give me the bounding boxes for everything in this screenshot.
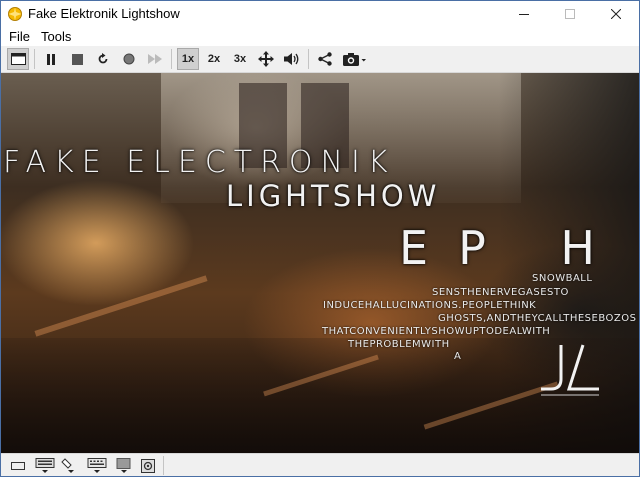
- overlay-text-line: THATCONVENIENTLYSHOWUPTODEALWITH: [322, 326, 551, 337]
- pause-button[interactable]: [40, 48, 62, 70]
- minimize-button[interactable]: [501, 1, 547, 27]
- app-window: Fake Elektronik Lightshow File Tools 1x …: [0, 0, 640, 477]
- mouse-status[interactable]: [59, 457, 83, 475]
- fast-forward-icon: [148, 54, 162, 64]
- display-status[interactable]: [112, 457, 136, 475]
- fullscreen-button[interactable]: [7, 48, 29, 70]
- emulator-screen[interactable]: FAKE ELECTRONIK LIGHTSHOW EP H SNOWBALL …: [1, 73, 639, 453]
- drive-status[interactable]: [8, 457, 28, 475]
- debris-beam: [34, 275, 208, 337]
- status-separator: [163, 456, 164, 475]
- overlay-text-line: A: [454, 351, 462, 362]
- keypad-icon: [87, 458, 107, 473]
- keyboard-icon: [35, 458, 55, 473]
- disk-icon: [141, 459, 155, 473]
- maximize-icon: [565, 9, 575, 19]
- keyboard-status[interactable]: [33, 457, 59, 475]
- zoom-2x-button[interactable]: 2x: [203, 48, 225, 70]
- share-button[interactable]: [314, 48, 336, 70]
- window-title: Fake Elektronik Lightshow: [28, 6, 180, 21]
- share-icon: [318, 52, 332, 66]
- stop-button[interactable]: [66, 48, 88, 70]
- menu-tools[interactable]: Tools: [41, 29, 71, 44]
- overlay-text-line: SNOWBALL: [532, 273, 593, 284]
- screenshot-button[interactable]: [340, 48, 370, 70]
- restart-button[interactable]: [92, 48, 114, 70]
- jl-logo-icon: [541, 344, 599, 396]
- overlay-title-line-3: EP H: [399, 221, 626, 275]
- volume-button[interactable]: [281, 48, 303, 70]
- fast-forward-button[interactable]: [144, 48, 166, 70]
- minimize-icon: [519, 14, 529, 15]
- toolbar-separator: [171, 49, 172, 69]
- overlay-text-line: INDUCEHALLUCINATIONS.PEOPLETHINK: [323, 300, 537, 311]
- screenshot-icon: [343, 53, 366, 66]
- keypad-status[interactable]: [85, 457, 111, 475]
- overlay-title-line-1: FAKE ELECTRONIK: [3, 145, 396, 180]
- menu-file[interactable]: File: [9, 29, 30, 44]
- move-button[interactable]: [255, 48, 277, 70]
- toolbar-separator: [308, 49, 309, 69]
- app-logo-icon: [8, 7, 22, 21]
- record-icon: [123, 53, 135, 65]
- menu-bar: File Tools: [1, 27, 639, 46]
- disk-status[interactable]: [138, 457, 158, 475]
- record-button[interactable]: [118, 48, 140, 70]
- overlay-text-line: GHOSTS,ANDTHEYCALLTHESEBOZOS: [438, 313, 637, 324]
- zoom-3x-button[interactable]: 3x: [229, 48, 251, 70]
- mouse-icon: [61, 458, 74, 473]
- move-icon: [258, 51, 274, 67]
- overlay-text-line: SENSTHENERVEGASESTO: [432, 287, 569, 298]
- zoom-1x-button[interactable]: 1x: [177, 48, 199, 70]
- status-bar: [1, 453, 639, 476]
- drive-icon: [11, 462, 25, 470]
- stop-icon: [71, 53, 83, 65]
- display-icon: [116, 458, 131, 473]
- close-button[interactable]: [593, 1, 639, 27]
- fullscreen-icon: [10, 53, 26, 65]
- volume-icon: [284, 53, 299, 65]
- toolbar-separator: [34, 49, 35, 69]
- overlay-title-line-2: LIGHTSHOW: [226, 179, 441, 213]
- toolbar: 1x 2x 3x: [1, 46, 639, 73]
- restart-icon: [98, 53, 108, 64]
- close-icon: [611, 9, 621, 19]
- overlay-text-line: THEPROBLEMWITH: [348, 339, 450, 350]
- title-bar[interactable]: Fake Elektronik Lightshow: [1, 1, 639, 27]
- pause-icon: [47, 53, 55, 65]
- maximize-button[interactable]: [547, 1, 593, 27]
